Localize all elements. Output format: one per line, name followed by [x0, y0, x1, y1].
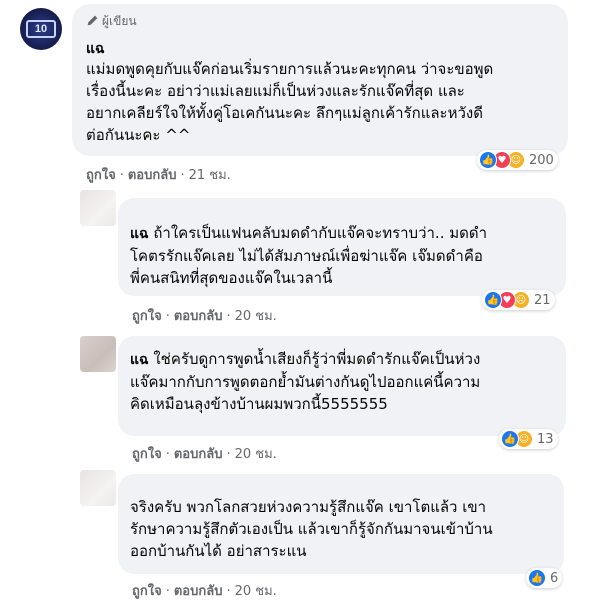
like-icon: 👍: [501, 430, 519, 448]
comment-line: แจ๊คมากกับการพูดตอกย้ำมันต่างกันดูไปออกแ…: [130, 373, 481, 391]
reaction-count: 21: [534, 292, 551, 308]
reaction-count: 6: [550, 570, 559, 586]
reply-button[interactable]: ตอบกลับ: [174, 447, 223, 462]
comment-line: ออกบ้านกันได้ อย่าสาระแน: [130, 542, 307, 560]
comment-text: จริงครับ พวกโลกสวยห่วงความรู้สึกแจ๊ค เขา…: [130, 496, 558, 562]
like-icon: 👍: [479, 151, 497, 169]
reaction-count: 13: [537, 431, 554, 447]
commenter-avatar[interactable]: [80, 336, 116, 372]
comment-actions: ถูกใจ · ตอบกลับ · 20 ชม.: [132, 584, 277, 599]
reaction-summary[interactable]: 👍 ♥ ☺ 200: [477, 150, 558, 170]
comment-author[interactable]: แฉ: [86, 38, 105, 60]
commenter-avatar[interactable]: [80, 190, 116, 226]
comment-bubble-4: จริงครับ พวกโลกสวยห่วงความรู้สึกแจ๊ค เขา…: [118, 474, 564, 574]
comment-line: จริงครับ พวกโลกสวยห่วงความรู้สึกแจ๊ค เขา…: [130, 498, 487, 516]
comment-line: รักษาความรู้สึกตัวเองเป็น แล้วเขาก็รู้จั…: [130, 520, 493, 538]
commenter-avatar[interactable]: [80, 470, 116, 506]
reaction-summary[interactable]: 👍 ☺ 13: [499, 429, 558, 449]
comment-line: โคตรรักแจ๊คเลย ไม่ได้สัมภาษณ์เพื่อฆ่าแจ๊…: [130, 247, 483, 265]
author-badge: ผู้เขียน: [86, 12, 137, 31]
timestamp[interactable]: 20 ชม.: [235, 447, 277, 462]
author-badge-label: ผู้เขียน: [102, 14, 137, 28]
comment-line-text: ใช่ครับดูการพูดน้ำเสียงก็รู้ว่าพี่มดดำรั…: [153, 350, 481, 368]
comment-actions: ถูกใจ · ตอบกลับ · 20 ชม.: [132, 309, 277, 324]
like-button[interactable]: ถูกใจ: [86, 168, 116, 183]
like-button[interactable]: ถูกใจ: [132, 309, 162, 324]
like-button[interactable]: ถูกใจ: [132, 447, 162, 462]
comment-line: คิดเหมือนลุงข้างบ้านผมพวกนี้5555555: [130, 395, 388, 413]
like-icon: 👍: [484, 291, 502, 309]
comment-line-text: ถ้าใครเป็นแฟนคลับมดดำกับแจ๊คจะทราบว่า.. …: [153, 224, 488, 242]
comment-line: แม่มดพูดคุยกับแจ๊คก่อนเริ่มรายการแล้วนะค…: [86, 60, 494, 78]
comment-actions: ถูกใจ · ตอบกลับ · 20 ชม.: [132, 447, 277, 462]
reply-button[interactable]: ตอบกลับ: [174, 584, 223, 599]
pencil-icon: [87, 15, 98, 26]
reply-button[interactable]: ตอบกลับ: [174, 309, 223, 324]
comment-actions: ถูกใจ · ตอบกลับ · 21 ชม.: [86, 168, 231, 183]
timestamp[interactable]: 21 ชม.: [189, 168, 231, 183]
comment-text: แฉ ถ้าใครเป็นแฟนคลับมดดำกับแจ๊คจะทราบว่า…: [130, 222, 560, 289]
comment-text: แม่มดพูดคุยกับแจ๊คก่อนเริ่มรายการแล้วนะค…: [86, 58, 564, 146]
page-avatar[interactable]: 10: [20, 8, 62, 50]
comment-line: แฉ ถ้าใครเป็นแฟนคลับมดดำกับแจ๊คจะทราบว่า…: [130, 222, 560, 245]
comment-author[interactable]: แฉ: [130, 352, 149, 368]
comment-bubble-1: ผู้เขียน แฉ แม่มดพูดคุยกับแจ๊คก่อนเริ่มร…: [72, 4, 568, 156]
comment-text: แฉ ใช่ครับดูการพูดน้ำเสียงก็รู้ว่าพี่มดด…: [130, 348, 560, 415]
like-icon: 👍: [528, 569, 546, 587]
comment-line: อยากเคลียร์ใจให้ทั้งคู่โอเคกันนะคะ ลึกๆแ…: [86, 104, 483, 122]
comment-line: เรื่องนี้นะคะ อย่าว่าแม่เลยแม่ก็เป็นห่วง…: [86, 82, 465, 100]
comment-line: แฉ ใช่ครับดูการพูดน้ำเสียงก็รู้ว่าพี่มดด…: [130, 348, 560, 371]
timestamp[interactable]: 20 ชม.: [235, 584, 277, 599]
comment-line: ต่อกันนะคะ ^^: [86, 126, 191, 144]
reaction-summary[interactable]: 👍 6: [526, 568, 563, 588]
reaction-summary[interactable]: 👍 ♥ ☹ 21: [482, 290, 555, 310]
like-button[interactable]: ถูกใจ: [132, 584, 162, 599]
comment-line: พี่คนสนิทที่สุดของแจ๊คในเวลานี้: [130, 269, 333, 287]
reply-button[interactable]: ตอบกลับ: [128, 168, 177, 183]
page-logo-icon: 10: [26, 20, 56, 38]
timestamp[interactable]: 20 ชม.: [235, 309, 277, 324]
comment-bubble-2: แฉ ถ้าใครเป็นแฟนคลับมดดำกับแจ๊คจะทราบว่า…: [118, 198, 566, 296]
comment-author[interactable]: แฉ: [130, 226, 149, 242]
comment-bubble-3: แฉ ใช่ครับดูการพูดน้ำเสียงก็รู้ว่าพี่มดด…: [118, 336, 566, 436]
reaction-count: 200: [529, 152, 554, 168]
